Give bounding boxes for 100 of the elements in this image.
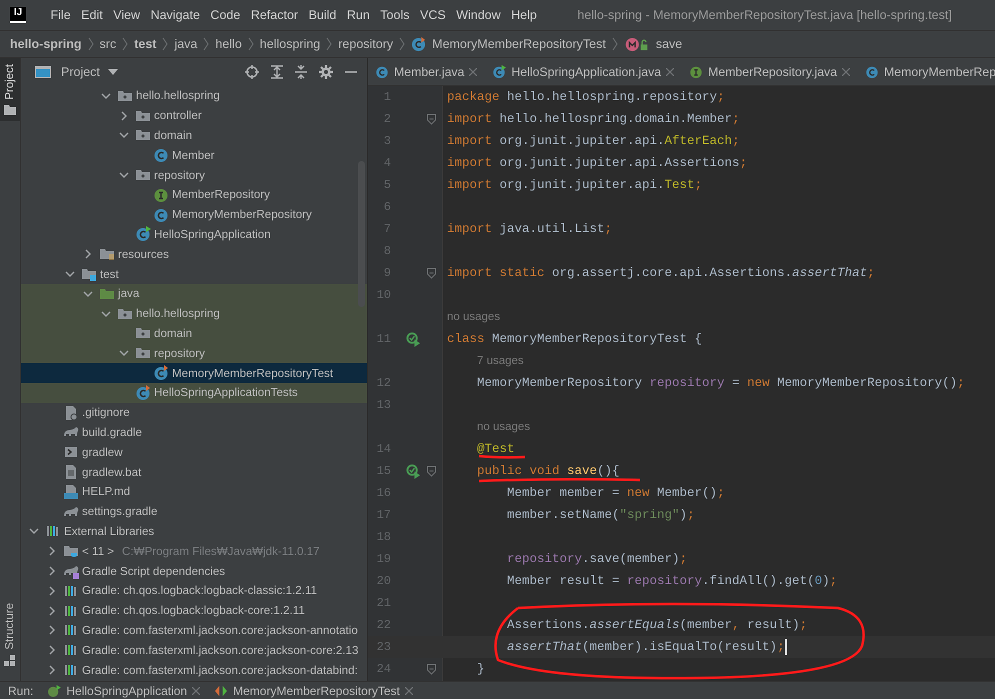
close-icon[interactable] (842, 68, 850, 76)
structure-icon (4, 655, 16, 667)
close-icon[interactable] (666, 68, 674, 76)
tree-item[interactable]: resources (21, 244, 367, 264)
tree-item-label: Gradle: com.fasterxml.jackson.core:jackson-databind: (82, 664, 358, 676)
tree-item[interactable]: Member (21, 145, 367, 166)
tree-item-label: Member (172, 148, 215, 162)
tree-item[interactable]: gradlew (21, 442, 367, 462)
editor-tab[interactable]: MemberRepository.java (682, 58, 858, 85)
usage-hint[interactable]: no usages (447, 311, 500, 323)
close-icon[interactable] (469, 68, 478, 76)
elephant-icon (63, 563, 79, 580)
window-icon (35, 66, 51, 78)
expand-all-icon[interactable] (271, 65, 283, 79)
tree-item[interactable]: gradlew.bat (21, 462, 367, 482)
breadcrumb-item[interactable]: src (100, 37, 116, 51)
menu-item[interactable]: Edit (81, 8, 103, 22)
target-icon[interactable] (245, 65, 259, 79)
tree-item[interactable]: Gradle: com.fasterxml.jackson.core:jackson-core:2.13 (21, 640, 367, 660)
fold-marker-icon[interactable] (427, 268, 436, 278)
class-icon (865, 64, 880, 78)
run-icon[interactable] (406, 464, 421, 478)
settings-icon[interactable] (319, 65, 333, 79)
tool-window-tab[interactable]: Structure (0, 597, 20, 673)
menu-item[interactable]: Help (511, 8, 537, 22)
breadcrumb-item[interactable]: test (134, 37, 156, 51)
tree-item-label: hello.hellospring (136, 89, 220, 102)
run-tab[interactable]: HelloSpringApplication (47, 684, 200, 698)
editor-tab[interactable]: HelloSpringApplication.java (485, 58, 682, 85)
tree-item[interactable]: settings.gradle (21, 502, 367, 522)
fold-marker-icon[interactable] (427, 114, 436, 124)
breadcrumb-item[interactable]: hello (215, 37, 242, 51)
tree-item[interactable]: Gradle: com.fasterxml.jackson.core:jackson-annotatio (21, 620, 367, 640)
tree-item[interactable]: domain (21, 126, 367, 146)
tree-item[interactable]: Gradle Script dependencies (21, 561, 367, 581)
tree-item[interactable]: External Libraries (21, 522, 367, 542)
panel-title[interactable]: Project (61, 65, 100, 79)
tree-item[interactable]: hello.hellospring (21, 304, 367, 324)
tree-item[interactable]: < 11 > C:₩Program Files₩Java₩jdk-11.0.17 (21, 541, 367, 562)
collapse-all-icon[interactable] (295, 65, 307, 79)
tree-item[interactable]: hello.hellospring (21, 86, 367, 106)
editor-tab[interactable]: Member.java (368, 58, 486, 85)
close-icon[interactable] (404, 686, 413, 694)
chevron-icon (326, 37, 332, 51)
tree-item[interactable]: MemoryMemberRepository (21, 204, 367, 225)
tree-item[interactable]: HelloSpringApplicationTests (21, 382, 367, 403)
menu-item[interactable]: Tools (380, 8, 410, 22)
breadcrumb-item[interactable]: save (656, 37, 682, 51)
tree-item[interactable]: MemberRepository (21, 184, 367, 205)
code-line: public void save(){ (476, 464, 620, 478)
tree-item[interactable]: HelloSpringApplication (21, 224, 367, 244)
menu-item[interactable]: File (50, 8, 71, 22)
menu-item[interactable]: Refactor (250, 8, 298, 22)
tree-item[interactable]: test (21, 264, 367, 284)
tree-item-label: Gradle Script dependencies (82, 564, 226, 578)
interface-icon (689, 64, 704, 78)
breadcrumb-item[interactable]: hello-spring (10, 37, 82, 51)
tree-item[interactable]: domain (21, 324, 367, 344)
fold-marker-icon[interactable] (427, 466, 436, 476)
menu-item[interactable]: Code (210, 8, 240, 22)
run-class-icon (492, 64, 506, 78)
dropdown-caret-icon[interactable] (108, 69, 118, 75)
menu-item[interactable]: Build (308, 8, 336, 22)
tree-item[interactable]: controller (21, 106, 367, 126)
breadcrumb-item[interactable]: MemoryMemberRepositoryTest (432, 37, 606, 51)
tree-item[interactable]: Gradle: ch.qos.logback:logback-classic:1.2.11 (21, 580, 367, 601)
breadcrumb-item[interactable]: java (174, 37, 198, 51)
tree-item-label: repository (154, 168, 205, 182)
tree-item[interactable]: HELP.md (21, 482, 367, 502)
class-icon (153, 365, 169, 382)
tree-item[interactable]: Gradle: com.fasterxml.jackson.core:jackson-databind: (21, 660, 367, 680)
menu-item[interactable]: Navigate (150, 8, 200, 22)
tree-item-label: domain (154, 326, 192, 340)
tree-item[interactable]: .gitignore (21, 402, 367, 423)
breadcrumb-item[interactable]: repository (338, 37, 394, 51)
tool-window-tab[interactable]: Project (0, 58, 20, 121)
usage-hint[interactable]: no usages (477, 421, 530, 433)
tree-item[interactable]: repository (21, 343, 367, 364)
code-line: import hello.hellospring.domain.Member; (447, 112, 740, 126)
menu-item[interactable]: VCS (420, 8, 446, 22)
menu-item[interactable]: View (113, 8, 140, 22)
tree-item[interactable]: java (21, 284, 367, 304)
run-tab[interactable]: MemoryMemberRepositoryTest (214, 684, 413, 698)
tree-item[interactable]: repository (21, 165, 367, 185)
breadcrumb-item[interactable]: hellospring (260, 37, 320, 51)
run-icon[interactable] (406, 332, 421, 346)
folder-icon (81, 266, 97, 282)
close-icon[interactable] (192, 686, 200, 694)
fold-marker-icon[interactable] (427, 664, 436, 674)
code-line: Assertions.assertEquals(member, result); (506, 618, 808, 632)
run-label: Run: (8, 684, 34, 698)
tree-item[interactable]: MemoryMemberRepositoryTest (21, 363, 367, 383)
menu-item[interactable]: Window (456, 8, 501, 22)
tree-item-label: repository (154, 346, 205, 360)
tree-item[interactable]: build.gradle (21, 422, 367, 442)
menu-item[interactable]: Run (346, 8, 370, 22)
tree-item[interactable]: Gradle: ch.qos.logback:logback-core:1.2.11 (21, 600, 367, 621)
code-line: class MemoryMemberRepositoryTest { (447, 332, 702, 346)
tree-item-label: MemoryMemberRepository (172, 208, 312, 222)
usage-hint[interactable]: 7 usages (477, 355, 524, 367)
